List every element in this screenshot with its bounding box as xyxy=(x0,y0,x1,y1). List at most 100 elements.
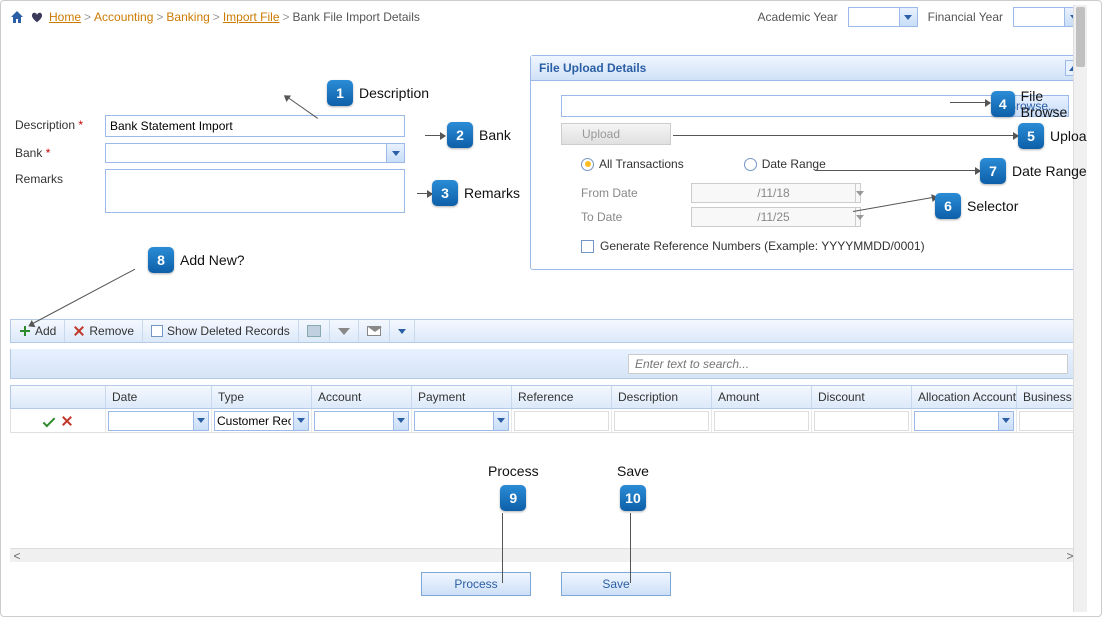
toolbar-dropdown[interactable] xyxy=(390,320,415,342)
callout-2: 2Bank xyxy=(447,122,511,148)
leader-line xyxy=(29,269,135,326)
filter-button[interactable] xyxy=(330,320,359,342)
chevron-down-icon xyxy=(398,329,406,334)
breadcrumb-link[interactable]: Banking xyxy=(166,10,209,24)
dropdown-icon[interactable] xyxy=(998,412,1013,430)
business-unit-cell[interactable] xyxy=(1019,411,1074,431)
bank-label: Bank * xyxy=(15,143,105,160)
dropdown-icon[interactable] xyxy=(293,412,308,430)
account-cell-combo[interactable] xyxy=(314,411,409,431)
from-date-input[interactable] xyxy=(692,184,855,202)
search-input[interactable] xyxy=(628,354,1068,374)
amount-cell[interactable] xyxy=(714,411,809,431)
breadcrumb-sep: > xyxy=(283,10,290,24)
type-cell-combo[interactable] xyxy=(214,411,309,431)
leader-line xyxy=(425,135,445,136)
financial-year-input[interactable] xyxy=(1014,10,1064,24)
date-cell-combo[interactable] xyxy=(108,411,209,431)
add-button[interactable]: Add xyxy=(11,320,65,342)
col-discount[interactable]: Discount xyxy=(812,386,912,408)
to-date-input[interactable] xyxy=(692,208,855,226)
browse-button[interactable]: Browse... xyxy=(997,95,1069,117)
export-icon xyxy=(367,326,381,336)
top-bar: Home > Accounting > Banking > Import Fil… xyxy=(5,5,1087,29)
breadcrumb-link[interactable]: Import File xyxy=(223,10,280,24)
payment-cell-combo[interactable] xyxy=(414,411,509,431)
bank-input[interactable] xyxy=(106,146,386,160)
col-payment[interactable]: Payment xyxy=(412,386,512,408)
file-path-input[interactable] xyxy=(561,95,997,117)
show-deleted-button[interactable]: Show Deleted Records xyxy=(143,320,299,342)
callout-10: Save10 xyxy=(617,463,649,511)
breadcrumb-sep: > xyxy=(156,10,163,24)
type-cell-input[interactable] xyxy=(215,414,293,428)
description-cell[interactable] xyxy=(614,411,709,431)
bank-combo[interactable] xyxy=(105,143,405,163)
upload-button[interactable]: Upload xyxy=(561,123,671,145)
horizontal-scrollbar[interactable]: < > xyxy=(10,548,1077,562)
dropdown-icon[interactable] xyxy=(493,412,508,430)
academic-year-input[interactable] xyxy=(849,10,899,24)
radio-icon xyxy=(744,158,757,171)
col-actions xyxy=(11,386,106,408)
plus-icon xyxy=(19,325,31,337)
scrollbar-thumb[interactable] xyxy=(1076,7,1085,67)
callout-3: 3Remarks xyxy=(432,180,520,206)
col-reference[interactable]: Reference xyxy=(512,386,612,408)
generate-ref-label: Generate Reference Numbers (Example: YYY… xyxy=(600,239,925,253)
radio-date-range[interactable]: Date Range xyxy=(744,157,826,171)
col-account[interactable]: Account xyxy=(312,386,412,408)
cancel-icon[interactable] xyxy=(61,415,73,427)
leader-line xyxy=(630,513,631,583)
col-date[interactable]: Date xyxy=(106,386,212,408)
panel-title: File Upload Details xyxy=(539,61,646,75)
accept-icon[interactable] xyxy=(43,414,56,427)
col-business-unit[interactable]: Business Unit xyxy=(1017,386,1076,408)
dropdown-icon[interactable] xyxy=(193,412,208,430)
dropdown-icon[interactable] xyxy=(386,144,404,162)
save-button[interactable]: Save xyxy=(561,572,671,596)
home-icon[interactable] xyxy=(9,9,25,25)
allocation-account-input[interactable] xyxy=(915,414,998,428)
date-cell-input[interactable] xyxy=(109,414,193,428)
checkbox-icon xyxy=(151,325,163,337)
radio-icon xyxy=(581,158,594,171)
breadcrumb-current: Bank File Import Details xyxy=(293,10,420,24)
scroll-left-icon[interactable]: < xyxy=(12,551,22,561)
description-input[interactable] xyxy=(105,115,405,137)
vertical-scrollbar[interactable] xyxy=(1073,5,1087,612)
payment-cell-input[interactable] xyxy=(415,414,493,428)
dropdown-icon[interactable] xyxy=(393,412,408,430)
generate-ref-checkbox[interactable] xyxy=(581,240,594,253)
academic-year-combo[interactable] xyxy=(848,7,918,27)
toolbar-icon-button[interactable] xyxy=(299,320,330,342)
account-cell-input[interactable] xyxy=(315,414,393,428)
grid-options-icon xyxy=(307,325,321,337)
from-date-combo[interactable] xyxy=(691,183,861,203)
discount-cell[interactable] xyxy=(814,411,909,431)
grid-search-bar xyxy=(10,349,1077,379)
favorite-icon[interactable] xyxy=(29,9,45,25)
year-filters: Academic Year Financial Year xyxy=(758,7,1083,27)
dropdown-icon[interactable] xyxy=(899,8,917,26)
to-date-combo[interactable] xyxy=(691,207,861,227)
col-type[interactable]: Type xyxy=(212,386,312,408)
process-button[interactable]: Process xyxy=(421,572,531,596)
breadcrumb-link[interactable]: Accounting xyxy=(94,10,153,24)
col-description[interactable]: Description xyxy=(612,386,712,408)
col-amount[interactable]: Amount xyxy=(712,386,812,408)
export-button[interactable] xyxy=(359,320,390,342)
x-icon xyxy=(73,325,85,337)
reference-cell[interactable] xyxy=(514,411,609,431)
leader-line xyxy=(502,513,503,583)
remove-button[interactable]: Remove xyxy=(65,320,143,342)
allocation-account-combo[interactable] xyxy=(914,411,1014,431)
dropdown-icon[interactable] xyxy=(855,208,864,226)
breadcrumb-link[interactable]: Home xyxy=(49,10,81,24)
remarks-input[interactable] xyxy=(105,169,405,213)
col-allocation-account[interactable]: Allocation Account xyxy=(912,386,1017,408)
action-buttons: Process Save xyxy=(5,572,1087,596)
financial-year-label: Financial Year xyxy=(928,10,1003,24)
dropdown-icon[interactable] xyxy=(855,184,864,202)
radio-all-transactions[interactable]: All Transactions xyxy=(581,157,684,171)
